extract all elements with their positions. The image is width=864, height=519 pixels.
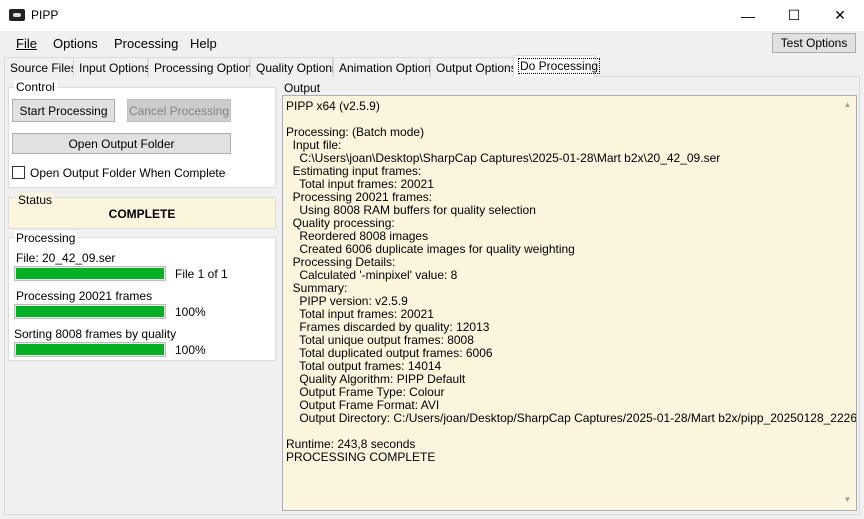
output-line: Output Directory: C:/Users/joan/Desktop/… <box>286 411 857 425</box>
scroll-down-arrow-icon[interactable]: ▼ <box>840 492 855 507</box>
file-count: File 1 of 1 <box>175 267 228 281</box>
tab-animation-options[interactable]: Animation Options <box>333 57 437 77</box>
frames-label: Processing 20021 frames <box>16 289 153 303</box>
test-options-button[interactable]: Test Options <box>772 33 856 53</box>
window-title: PIPP <box>31 8 59 22</box>
sort-label: Sorting 8008 frames by quality <box>14 327 177 341</box>
tab-output-options[interactable]: Output Options <box>430 57 517 77</box>
tab-source-files[interactable]: Source Files <box>4 57 77 77</box>
open-output-folder-button[interactable]: Open Output Folder <box>12 133 231 154</box>
output-line: Processing: (Batch mode) <box>286 125 425 139</box>
scroll-up-arrow-icon[interactable]: ▲ <box>840 97 855 112</box>
output-line: Calculated '-minpixel' value: 8 <box>286 268 458 282</box>
tab-input-options[interactable]: Input Options <box>73 57 150 77</box>
output-log: PIPP x64 (v2.5.9) Processing: (Batch mod… <box>286 99 857 464</box>
processing-group-label: Processing <box>14 231 78 245</box>
frames-progress-fill <box>16 306 164 317</box>
output-line: PROCESSING COMPLETE <box>286 450 436 464</box>
menu-help[interactable]: Help <box>190 36 217 51</box>
output-line: PIPP x64 (v2.5.9) <box>286 99 380 113</box>
output-textbox[interactable]: PIPP x64 (v2.5.9) Processing: (Batch mod… <box>282 95 857 511</box>
sort-progress-fill <box>16 344 164 355</box>
minimize-button[interactable]: — <box>725 0 771 31</box>
file-progress-fill <box>16 268 164 279</box>
menu-options[interactable]: Options <box>53 36 98 51</box>
status-value: COMPLETE <box>108 207 176 221</box>
control-group-label: Control <box>14 80 57 94</box>
frames-percent: 100% <box>175 305 206 319</box>
sort-progress-bar <box>14 342 166 357</box>
close-button[interactable]: ✕ <box>817 0 863 31</box>
tab-quality-options[interactable]: Quality Options <box>250 57 338 77</box>
open-when-complete-label: Open Output Folder When Complete <box>30 166 226 180</box>
menu-processing[interactable]: Processing <box>114 36 178 51</box>
status-group-label: Status <box>16 193 55 207</box>
start-processing-button[interactable]: Start Processing <box>12 99 115 122</box>
menu-file[interactable]: File <box>16 36 37 51</box>
sort-percent: 100% <box>175 343 206 357</box>
output-group-label: Output <box>284 81 321 95</box>
app-icon <box>9 9 25 21</box>
open-when-complete-checkbox[interactable] <box>12 166 25 179</box>
tab-do-processing[interactable]: Do Processing <box>513 55 601 77</box>
maximize-button[interactable]: ☐ <box>771 0 817 31</box>
file-label: File: 20_42_09.ser <box>16 251 116 265</box>
tab-processing-options[interactable]: Processing Options <box>148 57 258 77</box>
frames-progress-bar <box>14 304 166 319</box>
file-progress-bar <box>14 266 166 281</box>
cancel-processing-button[interactable]: Cancel Processing <box>127 99 231 122</box>
